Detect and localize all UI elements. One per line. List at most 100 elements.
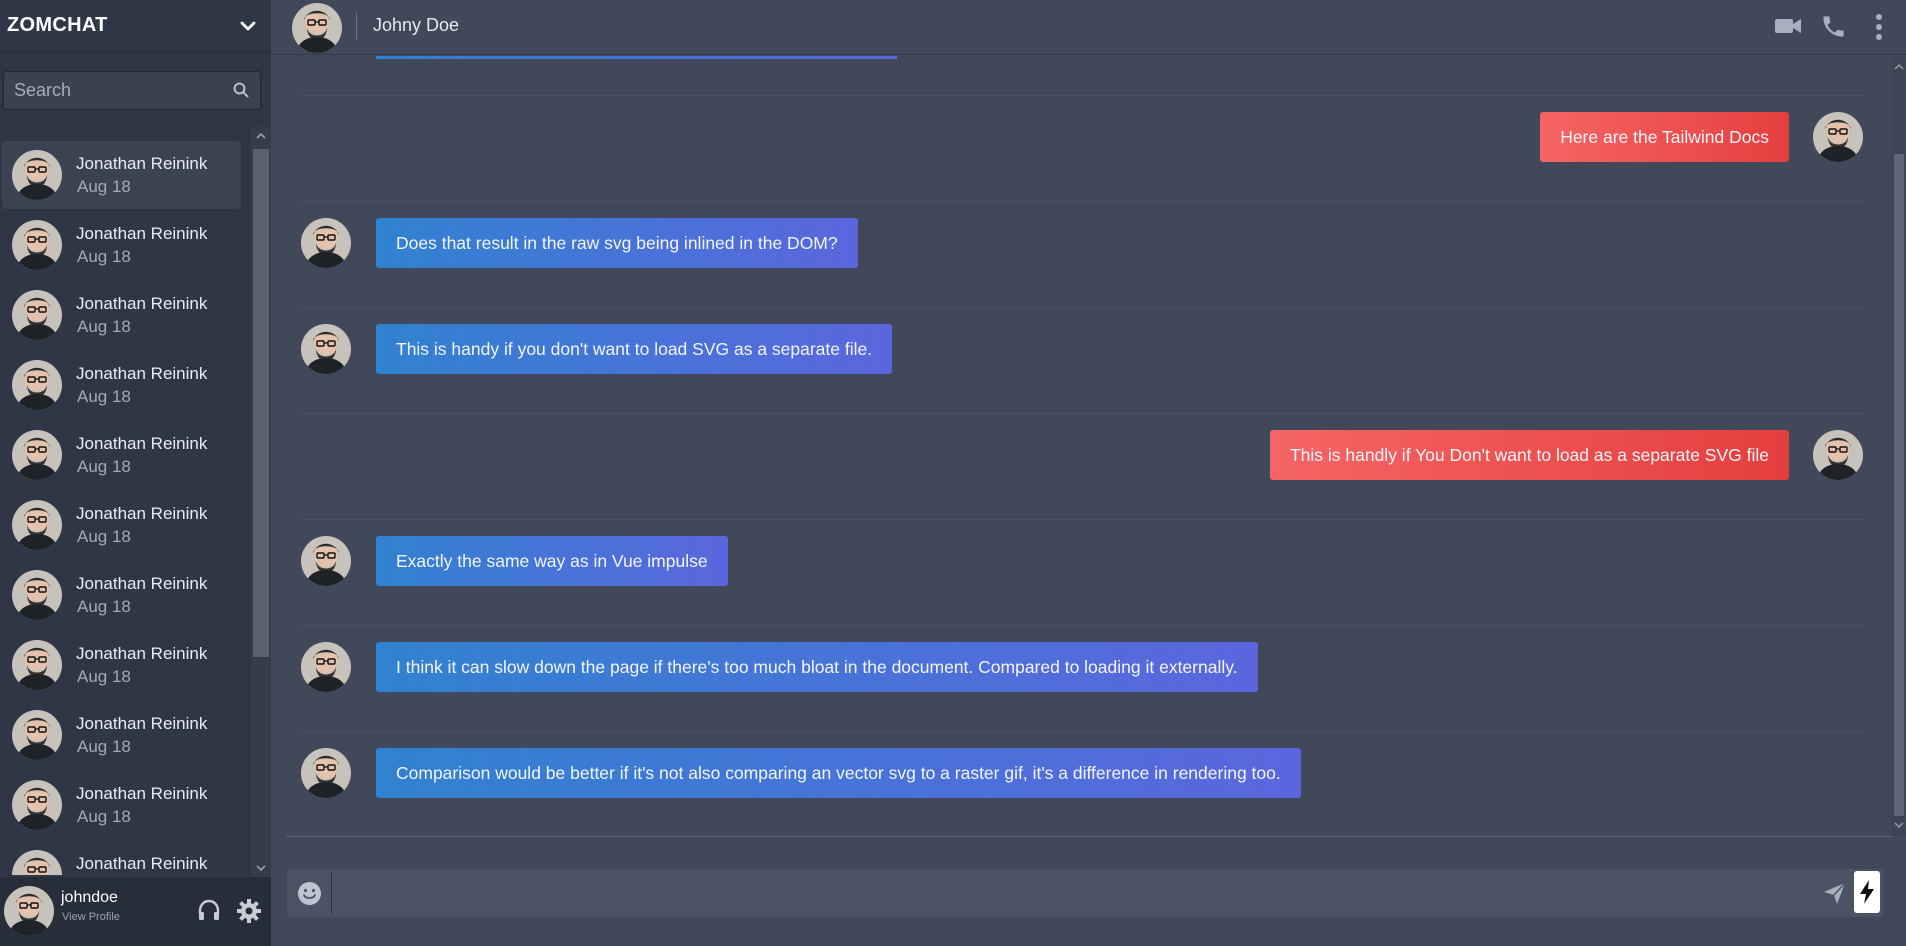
chat-list: Jonathan Reinink Aug 18 Jonathan Reinink… (0, 139, 251, 875)
composer-divider (286, 836, 1892, 837)
chat-date: Aug 18 (77, 807, 131, 826)
scroll-up-arrow-icon[interactable] (1892, 60, 1906, 74)
chat-date: Aug 18 (77, 387, 131, 406)
avatar (1813, 430, 1863, 480)
message-input[interactable] (337, 873, 1801, 915)
message-row: Comparison would be better if it's not a… (301, 731, 1863, 836)
avatar[interactable] (4, 886, 54, 936)
chat-list-item[interactable]: Jonathan Reinink Aug 18 (2, 421, 241, 489)
send-icon[interactable] (1822, 881, 1847, 906)
message-row: I think it can slow down the page if the… (301, 625, 1863, 732)
chat-list-item[interactable]: Jonathan Reinink (2, 841, 241, 875)
chat-list-item[interactable]: Jonathan Reinink Aug 18 (2, 281, 241, 349)
phone-icon[interactable] (1820, 13, 1847, 40)
chat-list-item[interactable]: Jonathan Reinink Aug 18 (2, 631, 241, 699)
chevron-down-icon[interactable] (239, 17, 257, 35)
chat-date: Aug 18 (77, 317, 131, 336)
chat-contact-name: Jonathan Reinink (76, 644, 208, 663)
avatar (12, 360, 62, 410)
message-row: Exactly the same way as in Vue impulse (301, 519, 1863, 626)
contact-name: Johny Doe (373, 15, 460, 35)
chat-date: Aug 18 (77, 457, 131, 476)
avatar (301, 324, 351, 374)
avatar (12, 290, 62, 340)
avatar (12, 780, 62, 830)
incoming-message-bubble: Does that result in the raw svg being in… (376, 218, 858, 268)
chat-date: Aug 18 (77, 737, 131, 756)
brand-bar: ZOMCHAT (0, 0, 271, 52)
bolt-icon (1860, 880, 1874, 904)
message-row: Does that result in the raw svg being in… (301, 201, 1863, 308)
chat-list-item[interactable]: Jonathan Reinink Aug 18 (2, 701, 241, 769)
message-composer (287, 869, 1883, 917)
more-vertical-icon[interactable] (1874, 13, 1884, 41)
app-brand: ZOMCHAT (7, 14, 108, 36)
message-list: Here are the Tailwind Docs Does that res… (286, 56, 1895, 836)
search-icon[interactable] (232, 81, 250, 99)
emoji-icon[interactable] (297, 881, 322, 906)
scrollbar-thumb[interactable] (1894, 154, 1904, 816)
chat-date: Aug 18 (77, 667, 131, 686)
scrollbar-thumb[interactable] (253, 149, 269, 657)
view-profile-link[interactable]: View Profile (62, 911, 120, 923)
contact-avatar[interactable] (292, 3, 342, 53)
chat-contact-name: Jonathan Reinink (76, 504, 208, 523)
chat-contact-name: Jonathan Reinink (76, 714, 208, 733)
chat-list-item[interactable]: Jonathan Reinink Aug 18 (2, 211, 241, 279)
chat-contact-name: Jonathan Reinink (76, 154, 208, 173)
avatar (301, 748, 351, 798)
chat-date: Aug 18 (77, 527, 131, 546)
avatar (301, 218, 351, 268)
chat-date: Aug 18 (77, 177, 131, 196)
avatar (12, 430, 62, 480)
chat-header: Johny Doe (271, 0, 1906, 55)
incoming-message-bubble: Comparison would be better if it's not a… (376, 748, 1301, 798)
outgoing-message-bubble: This is handly if You Don't want to load… (1269, 430, 1789, 480)
chat-list-item[interactable]: Jonathan Reinink Aug 18 (2, 351, 241, 419)
incoming-message-bubble: Exactly the same way as in Vue impulse (376, 536, 728, 586)
chat-list-item[interactable]: Jonathan Reinink Aug 18 (2, 491, 241, 559)
avatar (12, 150, 62, 200)
message-scrollbar[interactable] (1892, 56, 1906, 836)
message-row: Here are the Tailwind Docs (301, 95, 1863, 202)
avatar (12, 850, 62, 875)
chat-contact-name: Jonathan Reinink (76, 434, 208, 453)
sidebar: ZOMCHAT Jonathan Reinink Aug 18 Jonathan… (0, 0, 271, 946)
search-box (3, 71, 261, 110)
message-row: This is handly if You Don't want to load… (301, 413, 1863, 520)
bolt-button[interactable] (1854, 871, 1880, 913)
search-input[interactable] (4, 72, 204, 109)
gear-icon[interactable] (236, 898, 262, 924)
user-panel: johndoe View Profile (0, 877, 271, 946)
scroll-down-arrow-icon[interactable] (251, 859, 271, 877)
scroll-down-arrow-icon[interactable] (1892, 818, 1906, 832)
headset-icon[interactable] (196, 898, 222, 924)
chat-contact-name: Jonathan Reinink (76, 224, 208, 243)
avatar (301, 642, 351, 692)
avatar (12, 640, 62, 690)
avatar (12, 710, 62, 760)
avatar (301, 536, 351, 586)
chat-date: Aug 18 (77, 597, 131, 616)
chat-contact-name: Jonathan Reinink (76, 364, 208, 383)
incoming-message-bubble: This is handy if you don't want to load … (376, 324, 893, 374)
scroll-up-arrow-icon[interactable] (251, 127, 271, 145)
chat-list-item[interactable]: Jonathan Reinink Aug 18 (2, 771, 241, 839)
avatar (12, 500, 62, 550)
chat-date: Aug 18 (77, 247, 131, 266)
avatar (1813, 112, 1863, 162)
chat-contact-name: Jonathan Reinink (76, 784, 208, 803)
chat-list-item[interactable]: Jonathan Reinink Aug 18 (2, 141, 241, 209)
video-camera-icon[interactable] (1774, 14, 1802, 38)
avatar (12, 220, 62, 270)
chat-contact-name: Jonathan Reinink (76, 574, 208, 593)
sidebar-scrollbar[interactable] (251, 127, 271, 877)
chat-contact-name: Jonathan Reinink (76, 854, 208, 873)
avatar (12, 570, 62, 620)
composer-divider-vertical (331, 872, 332, 914)
message-row: This is handy if you don't want to load … (301, 307, 1863, 414)
chat-list-item[interactable]: Jonathan Reinink Aug 18 (2, 561, 241, 629)
chat-contact-name: Jonathan Reinink (76, 294, 208, 313)
outgoing-message-bubble: Here are the Tailwind Docs (1540, 112, 1789, 162)
incoming-message-bubble: I think it can slow down the page if the… (376, 642, 1258, 692)
